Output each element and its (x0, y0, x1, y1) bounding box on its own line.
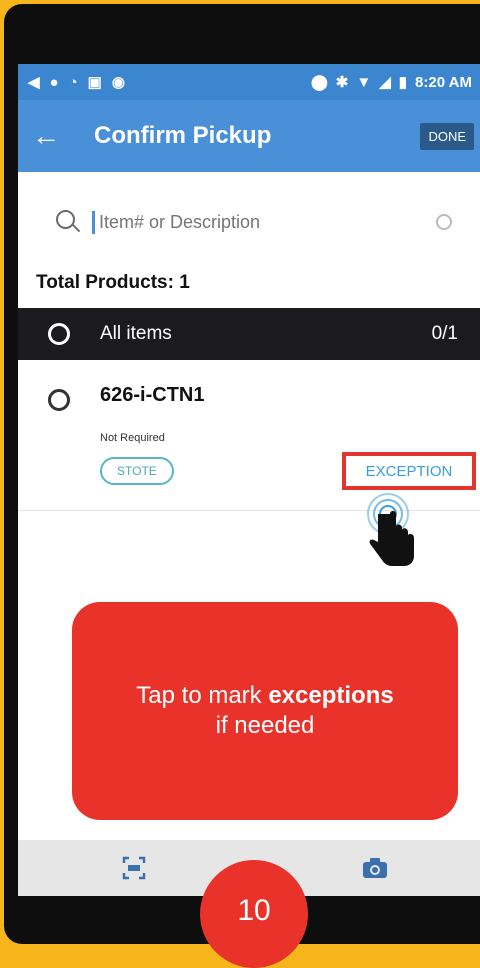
all-items-row[interactable]: All items 0/1 (18, 308, 480, 360)
done-button[interactable]: DONE (420, 122, 474, 150)
stote-chip[interactable]: STOTE (100, 457, 174, 485)
all-items-label: All items (100, 323, 172, 344)
battery-icon: ▮ (398, 74, 408, 91)
exception-tooltip: Tap to mark exceptions if needed (72, 602, 458, 820)
wifi-lock-icon: ◔ (68, 73, 78, 91)
tooltip-bold: exceptions (268, 682, 394, 709)
status-right-icons: ⬤ ✱ ▼ ◢ ▮ 8:20 AM (310, 73, 480, 92)
status-time: 8:20 AM (415, 73, 472, 91)
back-arrow-icon[interactable]: ← (18, 120, 74, 152)
camera-icon[interactable] (362, 857, 388, 879)
search-icon (54, 208, 82, 236)
signal-icon: ◢ (379, 74, 391, 91)
all-items-count: 0/1 (431, 323, 458, 344)
scan-icon[interactable] (122, 856, 146, 880)
page-title: Confirm Pickup (94, 122, 272, 149)
search-bar (18, 194, 480, 250)
image-icon: ▣ (87, 74, 102, 91)
sync-icon: ◉ (111, 74, 125, 91)
app-bar: ← Confirm Pickup DONE (18, 100, 480, 172)
location-pin-icon: ⬤ (310, 74, 328, 91)
phone-frame: ◀ ● ◔ ▣ ◉ ⬤ ✱ ▼ ◢ ▮ 8:20 AM ← Confirm Pi… (4, 4, 480, 944)
clear-icon[interactable] (436, 214, 452, 230)
total-products: Total Products: 1 (36, 272, 190, 293)
all-items-radio[interactable] (48, 323, 70, 345)
circle-icon: ● (49, 73, 59, 91)
tooltip-line-1: Tap to mark exceptions (136, 681, 393, 711)
item-id: 626-i-CTN1 (100, 384, 205, 406)
tap-gesture-icon (367, 493, 414, 566)
back-triangle-icon: ◀ (28, 74, 40, 91)
bluetooth-icon: ✱ (335, 74, 349, 91)
wifi-icon: ▼ (356, 73, 372, 91)
item-status: Not Required (100, 432, 165, 444)
screen: ◀ ● ◔ ▣ ◉ ⬤ ✱ ▼ ◢ ▮ 8:20 AM ← Confirm Pi… (18, 64, 480, 896)
status-left-icons: ◀ ● ◔ ▣ ◉ (18, 73, 125, 92)
step-number-badge: 10 (200, 860, 308, 968)
status-bar: ◀ ● ◔ ▣ ◉ ⬤ ✱ ▼ ◢ ▮ 8:20 AM (18, 64, 480, 100)
tooltip-prefix: Tap to mark (136, 682, 269, 709)
search-input[interactable] (92, 210, 401, 234)
tooltip-suffix: if needed (215, 712, 315, 739)
item-radio[interactable] (48, 389, 70, 411)
